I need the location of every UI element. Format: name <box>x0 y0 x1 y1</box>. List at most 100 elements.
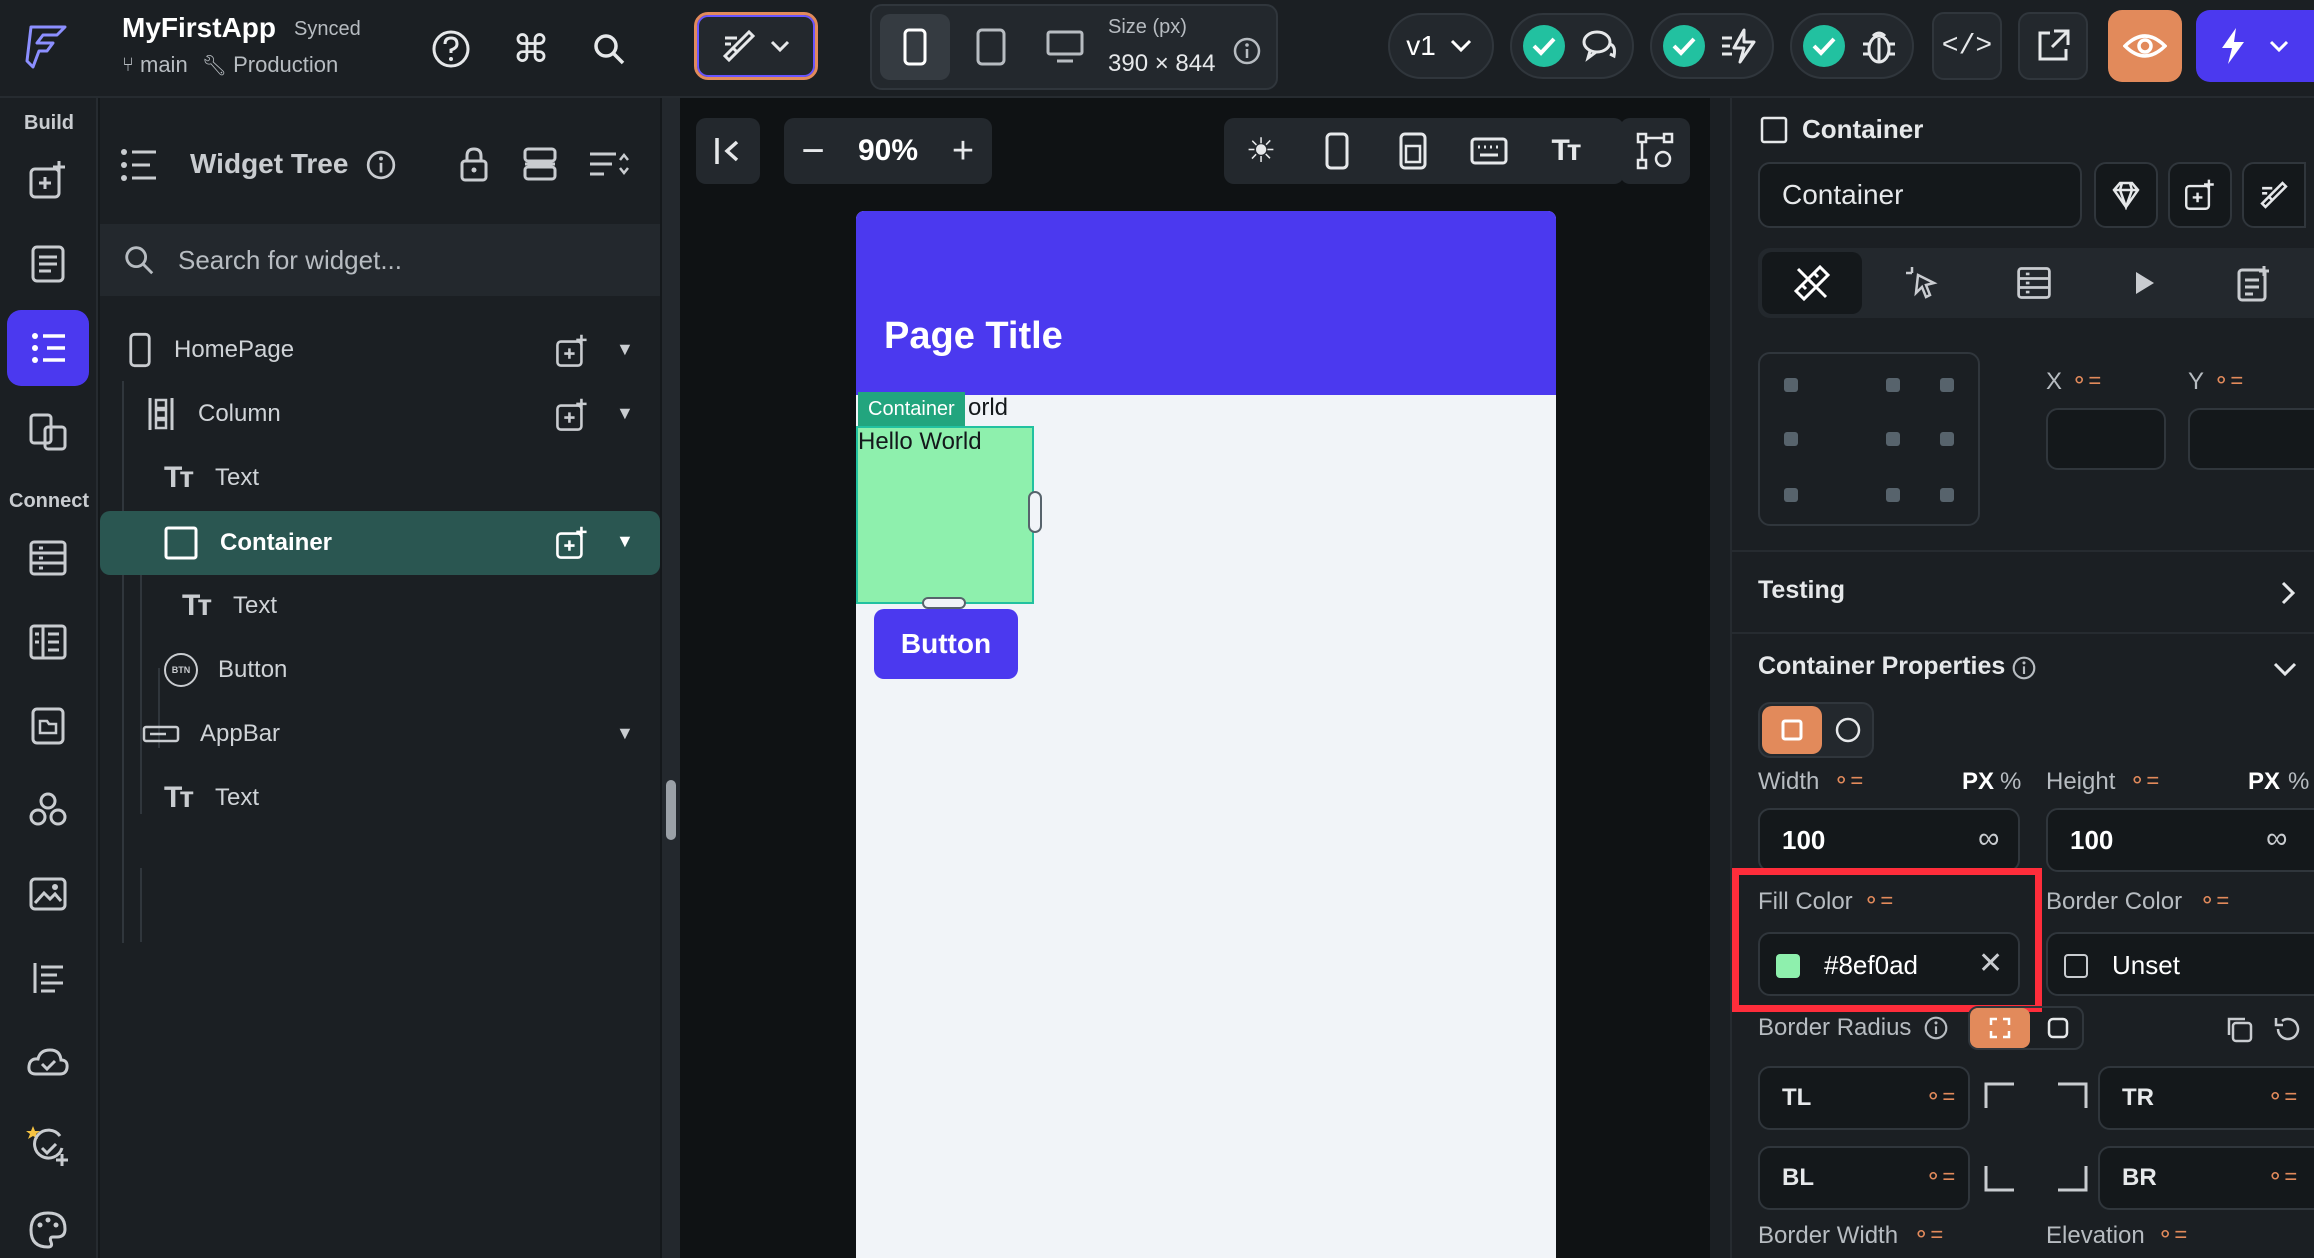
tree-item-homepage[interactable]: HomePage ▼ <box>100 319 660 381</box>
infinity-icon[interactable]: ∞ <box>2266 822 2287 856</box>
promote-component-button[interactable] <box>2094 162 2158 228</box>
variable-icon[interactable]: ⚬= <box>2128 768 2159 794</box>
align-dot[interactable] <box>1886 378 1900 392</box>
wrap-widget-button[interactable] <box>2168 162 2232 228</box>
reset-icon[interactable] <box>2272 1014 2302 1044</box>
width-px-unit[interactable]: PX <box>1962 768 1994 796</box>
preview-button[interactable] <box>2108 10 2182 82</box>
height-resize-handle[interactable] <box>922 597 966 609</box>
search-input[interactable]: Search for widget... <box>178 245 402 276</box>
align-dot[interactable] <box>1784 488 1798 502</box>
caret-down-icon[interactable]: ▼ <box>616 723 634 744</box>
info-icon[interactable] <box>366 150 396 180</box>
variable-icon[interactable]: ⚬= <box>2212 368 2243 394</box>
collapse-panel-button[interactable] <box>696 118 760 184</box>
cloud-functions-button[interactable] <box>7 1024 89 1100</box>
media-assets-button[interactable] <box>7 688 89 764</box>
align-dot[interactable] <box>1886 432 1900 446</box>
command-palette-button[interactable]: ⌘ <box>504 22 558 76</box>
caret-down-icon[interactable]: ▼ <box>616 531 634 552</box>
circle-shape-button[interactable] <box>1824 706 1872 754</box>
canvas-settings-button[interactable] <box>1620 118 1690 184</box>
align-dot[interactable] <box>1784 378 1798 392</box>
page-selector-button[interactable] <box>7 226 89 302</box>
variable-icon[interactable]: ⚬= <box>1924 1164 1955 1190</box>
sort-icon[interactable] <box>588 148 630 180</box>
info-icon[interactable] <box>2012 656 2036 680</box>
size-info-icon[interactable] <box>1230 34 1264 68</box>
x-input[interactable] <box>2046 408 2166 470</box>
radius-uniform-button[interactable] <box>2034 1008 2082 1048</box>
firestore-button[interactable] <box>7 520 89 596</box>
widget-search-bar[interactable]: Search for widget... <box>100 224 660 296</box>
api-calls-button[interactable] <box>7 940 89 1016</box>
variable-icon[interactable]: ⚬= <box>1912 1222 1943 1248</box>
copy-icon[interactable] <box>2224 1014 2254 1044</box>
container-properties-header[interactable]: Container Properties <box>1732 634 2314 712</box>
radius-individual-button[interactable] <box>1970 1008 2030 1048</box>
variable-icon[interactable]: ⚬= <box>2266 1164 2297 1190</box>
variable-icon[interactable]: ⚬= <box>1924 1084 1955 1110</box>
info-icon[interactable] <box>1924 1016 1948 1040</box>
align-dot[interactable] <box>1940 432 1954 446</box>
variable-icon[interactable]: ⚬= <box>2198 888 2229 914</box>
selected-container[interactable]: Hello World <box>856 426 1034 604</box>
variable-icon[interactable]: ⚬= <box>1862 888 1893 914</box>
open-external-button[interactable] <box>2018 12 2088 80</box>
actions-button[interactable] <box>1650 13 1774 79</box>
comments-button[interactable] <box>1510 13 1634 79</box>
media-button[interactable] <box>7 856 89 932</box>
width-input[interactable]: 100 ∞ <box>1758 808 2020 872</box>
app-state-button[interactable] <box>7 604 89 680</box>
tree-item-appbar-text[interactable]: Tт Text <box>100 767 660 829</box>
safe-area-button[interactable] <box>1386 124 1440 178</box>
fill-color-input[interactable]: #8ef0ad ✕ <box>1758 932 2020 996</box>
height-px-unit[interactable]: PX <box>2248 768 2280 796</box>
alignment-grid[interactable] <box>1758 352 1980 526</box>
variable-icon[interactable]: ⚬= <box>2156 1222 2187 1248</box>
y-input[interactable] <box>2188 408 2314 470</box>
align-dot[interactable] <box>1784 432 1798 446</box>
align-dot[interactable] <box>1940 488 1954 502</box>
flutterflow-logo[interactable] <box>14 14 80 80</box>
width-resize-handle[interactable] <box>1028 491 1042 533</box>
tree-item-button[interactable]: BTN Button <box>100 639 660 701</box>
add-widget-button[interactable] <box>7 142 89 218</box>
theme-mode-dropdown[interactable] <box>694 12 818 80</box>
zoom-out-button[interactable]: − <box>788 126 838 176</box>
text-scale-button[interactable]: Tт <box>1538 124 1592 178</box>
tab-actions[interactable] <box>1874 252 1974 314</box>
run-button[interactable] <box>2196 10 2314 82</box>
add-child-icon[interactable] <box>554 397 590 433</box>
canvas-divider[interactable] <box>1710 98 1730 1258</box>
search-button[interactable] <box>582 22 636 76</box>
rectangle-shape-button[interactable] <box>1762 706 1822 754</box>
width-pct-unit[interactable]: % <box>2000 768 2021 796</box>
panel-resize-handle[interactable] <box>662 98 680 1258</box>
canvas-button[interactable]: Button <box>874 609 1018 679</box>
widget-tree-button[interactable] <box>7 310 89 386</box>
tree-item-appbar[interactable]: AppBar ▼ <box>100 703 660 765</box>
help-button[interactable] <box>424 22 478 76</box>
variable-icon[interactable]: ⚬= <box>1832 768 1863 794</box>
custom-code-button[interactable] <box>7 772 89 848</box>
collapse-all-icon[interactable] <box>522 146 558 182</box>
zoom-in-button[interactable]: + <box>938 126 988 176</box>
code-view-button[interactable]: </> <box>1932 12 2002 80</box>
branch-info[interactable]: ⑂ main 🔧︎ Production <box>122 52 338 78</box>
border-color-input[interactable]: Unset <box>2046 932 2314 996</box>
variable-icon[interactable]: ⚬= <box>2070 368 2101 394</box>
radius-tr-input[interactable]: TR ⚬= <box>2098 1066 2314 1130</box>
testing-section-header[interactable]: Testing <box>1732 552 2314 632</box>
variable-icon[interactable]: ⚬= <box>2266 1084 2297 1110</box>
tree-item-column[interactable]: Column ▼ <box>100 383 660 445</box>
test-button[interactable] <box>7 1108 89 1184</box>
theme-widget-button[interactable] <box>2242 162 2306 228</box>
clear-icon[interactable]: ✕ <box>1978 946 2003 981</box>
keyboard-button[interactable] <box>1462 124 1516 178</box>
hello-world-partial-text[interactable]: orld <box>968 394 1008 422</box>
tree-item-text-child[interactable]: Tт Text <box>100 575 660 637</box>
hello-world-text[interactable]: Hello World <box>858 428 982 456</box>
storyboard-button[interactable] <box>7 394 89 470</box>
color-swatch[interactable] <box>1776 954 1800 978</box>
